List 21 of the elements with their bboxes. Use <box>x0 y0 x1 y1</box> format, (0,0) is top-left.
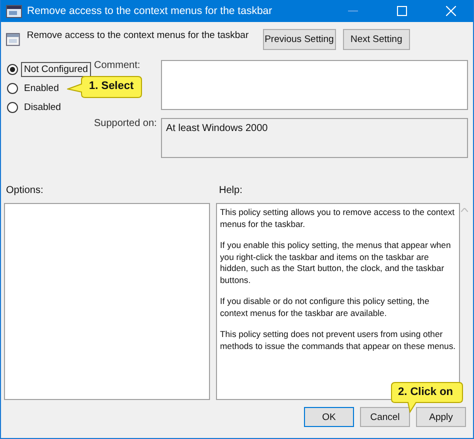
help-paragraph: This policy setting does not prevent users from using other methods to issue the commands that appear on these menus. <box>220 329 456 352</box>
help-paragraph: If you enable this policy setting, the menus that appear when you right-click the taskbar and items on the taskbar are hidden, such as the Start button, the clock, and the taskbar buttons. <box>220 240 452 286</box>
radio-label[interactable]: Not Configured <box>21 62 91 76</box>
callout-bubble: 1. Select <box>67 75 143 99</box>
callout-bubble: 2. Click on <box>390 381 464 413</box>
radio-label[interactable]: Disabled <box>21 100 64 114</box>
help-paragraph: This policy setting allows you to remove access to the context menus for the taskbar. <box>220 207 456 230</box>
setting-nav-button[interactable]: Next Setting <box>342 28 410 50</box>
supported-on-field: At least Windows 2000 <box>161 118 468 158</box>
policy-name: Remove access to the context menus for the taskbar <box>26 30 249 40</box>
window-title: Remove access to the context menus for the taskbar <box>27 5 272 17</box>
dialog-button[interactable]: Cancel <box>360 407 410 427</box>
setting-nav-button[interactable]: Previous Setting <box>262 28 336 50</box>
help-paragraph: If you disable or do not configure this policy setting, the context menus for the taskbar are available. <box>220 296 430 319</box>
help-label: Help: <box>219 185 242 196</box>
dialog-button[interactable]: OK <box>304 407 354 427</box>
options-label: Options: <box>6 185 44 196</box>
radio-label[interactable]: Enabled <box>21 80 62 96</box>
comment-label: Comment: <box>93 60 142 71</box>
supported-on-label: Supported on: <box>93 118 158 129</box>
dialog-button[interactable]: Apply <box>416 407 466 427</box>
